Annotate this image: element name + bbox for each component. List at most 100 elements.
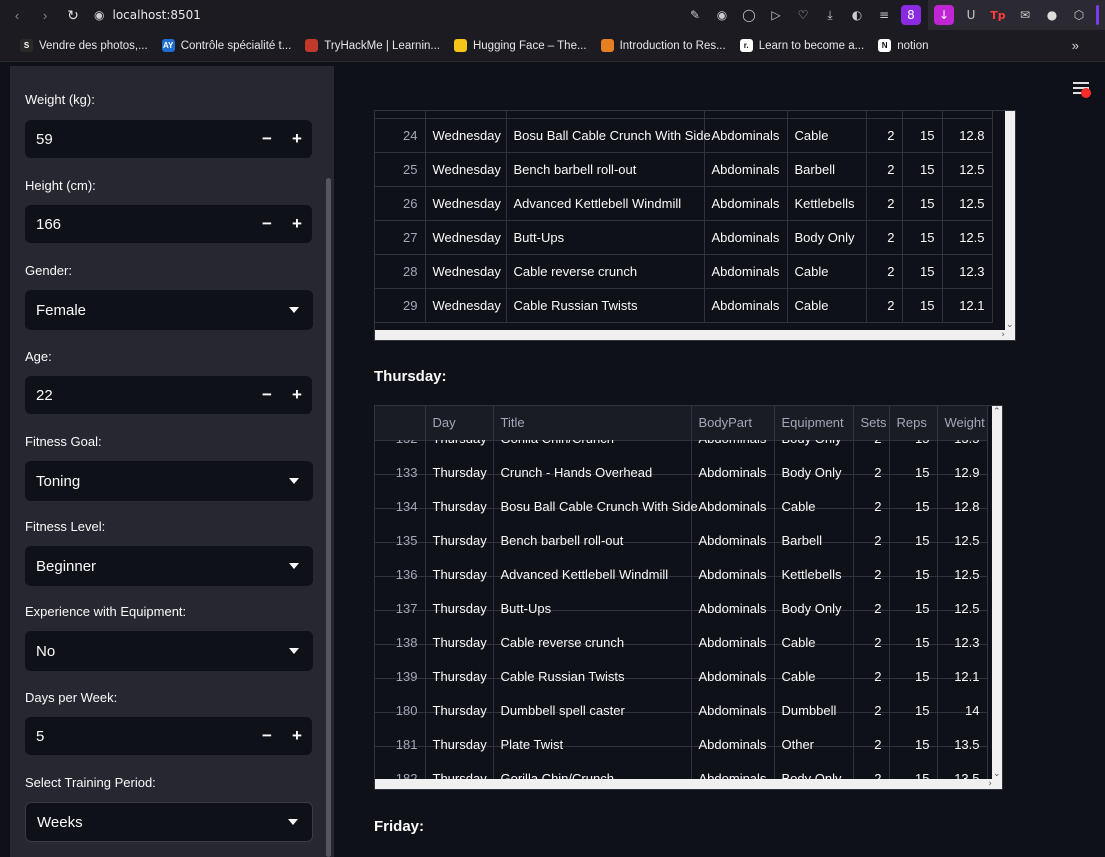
table-cell: 136 [375,557,426,592]
days-increment-button[interactable]: + [282,717,312,755]
weight-increment-button[interactable]: + [282,120,312,158]
table-cell: 15 [889,625,938,660]
equipment-select[interactable]: No [25,631,313,671]
table-row[interactable]: 27 Wednesday Butt-Ups Abdominals Body Only 2 1… [375,220,993,255]
back-icon[interactable]: ‹ [6,4,28,26]
table-cell: 12.1 [937,659,988,694]
table-row[interactable]: 29 Wednesday Cable Russian Twists Abdominal… [375,288,993,323]
table-row[interactable]: 28 Wednesday Cable reverse crunch Abdominal… [375,254,993,289]
camera-icon[interactable]: ◉ [712,5,732,25]
days-decrement-button[interactable]: − [252,717,282,755]
download-ext-icon[interactable]: ↓ [934,5,954,25]
table-row[interactable]: 134 Thursday Bosu Ball Cable Crunch With S… [375,489,988,524]
wednesday-table[interactable]: 23WednesdayCrunch - Hands OverheadAbdomi… [374,110,1016,341]
magnet-icon[interactable]: U [961,5,981,25]
weight-decrement-button[interactable]: − [252,120,282,158]
scroll-right-icon[interactable]: › [988,779,992,789]
mail-icon[interactable]: ✉ [1015,5,1035,25]
heart-icon[interactable]: ♡ [793,5,813,25]
url-text: localhost:8501 [112,8,201,22]
table-cell: Barbell [787,152,867,187]
table-cell: 139 [375,659,426,694]
wednesday-horizontal-scrollbar[interactable]: › [375,330,1015,340]
cube-icon[interactable]: ⬡ [1069,5,1089,25]
list-icon[interactable]: ≡ [874,5,894,25]
bookmark-item[interactable]: Introduction to Res... [600,39,726,52]
table-cell: 27 [375,220,426,255]
table-row[interactable]: 139 Thursday Cable Russian Twists Abdominal… [375,659,988,694]
thursday-vertical-scrollbar[interactable]: ⌃ ⌄ [992,406,1002,781]
play-icon[interactable]: ▷ [766,5,786,25]
thursday-table[interactable]: Day Title BodyPart Equipment Sets Reps Weight 1… [374,405,1003,790]
table-cell: 15 [902,288,943,323]
days-input[interactable]: 5 − + [25,717,312,755]
address-bar[interactable]: ◉ localhost:8501 [94,4,685,26]
fitness-goal-select[interactable]: Toning [25,461,313,501]
tp-icon[interactable]: Tp [988,5,1008,25]
column-header[interactable]: Reps [889,406,938,441]
table-row[interactable]: 133 Thursday Crunch - Hands Overhead Abdomi… [375,455,988,490]
column-header[interactable]: Weight [937,406,988,441]
bookmarks-overflow-icon[interactable]: » [1072,38,1079,53]
bookmark-item[interactable]: r. Learn to become a... [739,39,865,52]
table-row[interactable]: 25 Wednesday Bench barbell roll-out Abdomin… [375,152,993,187]
table-row[interactable]: 24 Wednesday Bosu Ball Cable Crunch With S… [375,118,993,153]
height-increment-button[interactable]: + [282,205,312,243]
sidebar-scrollbar[interactable] [326,178,331,857]
table-cell: Wednesday [425,111,507,119]
scroll-up-icon[interactable]: ⌃ [993,407,1001,417]
reload-icon[interactable]: ↻ [62,4,84,26]
table-cell: 26 [375,186,426,221]
table-row[interactable]: 137 Thursday Butt-Ups Abdominals Body Only 2 1… [375,591,988,626]
bookmark-item[interactable]: Nnotion [878,39,929,52]
height-decrement-button[interactable]: − [252,205,282,243]
weight-input[interactable]: 59 − + [25,120,312,158]
column-header[interactable]: Title [493,406,692,441]
table-cell: Cable Russian Twists [493,659,692,694]
edit-icon[interactable]: ✎ [685,5,705,25]
forward-icon[interactable]: › [34,4,56,26]
period-label: Select Training Period: [25,775,156,790]
bookmark-item[interactable]: TryHackMe | Learnin... [305,39,440,52]
table-row[interactable]: 138 Thursday Cable reverse crunch Abdominal… [375,625,988,660]
scroll-right-icon[interactable]: › [1001,330,1005,340]
circle-icon[interactable]: ● [1042,5,1062,25]
wednesday-vertical-scrollbar[interactable]: ⌄ [1005,111,1015,332]
table-cell: 15 [889,557,938,592]
column-header[interactable]: Day [425,406,494,441]
period-value[interactable]: Weeks [26,814,288,831]
bookmark-label: Learn to become a... [758,39,865,52]
table-row[interactable]: 26 Wednesday Advanced Kettlebell Windmill A… [375,186,993,221]
gender-select[interactable]: Female [25,290,313,330]
table-row[interactable]: 181 Thursday Plate Twist Abdominals Other 2 15… [375,727,988,762]
table-cell: 2 [866,111,903,119]
bookmark-item[interactable]: Hugging Face – The... [453,39,587,52]
height-input[interactable]: 166 − + [25,205,312,243]
table-row[interactable]: 136 Thursday Advanced Kettlebell Windmill A… [375,557,988,592]
table-cell: 2 [853,625,890,660]
bookmark-item[interactable]: S Vendre des photos,... [20,39,148,52]
table-row[interactable]: 23WednesdayCrunch - Hands OverheadAbdomi… [375,111,993,119]
age-increment-button[interactable]: + [282,376,312,414]
download-icon[interactable]: ⤓ [820,5,840,25]
column-header[interactable]: BodyPart [691,406,775,441]
toggle-icon[interactable]: ◐ [847,5,867,25]
extensions-area: ↓ U Tp ✉ ● ⬡ [928,0,1105,30]
fitness-level-select[interactable]: Beginner [25,546,313,586]
age-decrement-button[interactable]: − [252,376,282,414]
period-select[interactable]: Weeks [25,802,313,842]
profile-icon[interactable]: 8 [901,5,921,25]
table-cell: Wednesday [425,220,507,255]
shield-icon[interactable]: ◯ [739,5,759,25]
thursday-horizontal-scrollbar[interactable]: › [375,779,1002,789]
age-input[interactable]: 22 − + [25,376,312,414]
table-row[interactable]: 180 Thursday Dumbbell spell caster Abdomina… [375,693,988,728]
column-header[interactable] [375,406,426,441]
scroll-down-icon[interactable]: ⌄ [1006,320,1014,330]
bookmark-item[interactable]: AY Contrôle spécialité t... [161,39,291,52]
column-header[interactable]: Sets [853,406,890,441]
table-row[interactable]: 135 Thursday Bench barbell roll-out Abdomin… [375,523,988,558]
table-cell: 12.5 [937,523,988,558]
scroll-down-icon[interactable]: ⌄ [993,769,1001,779]
column-header[interactable]: Equipment [774,406,854,441]
